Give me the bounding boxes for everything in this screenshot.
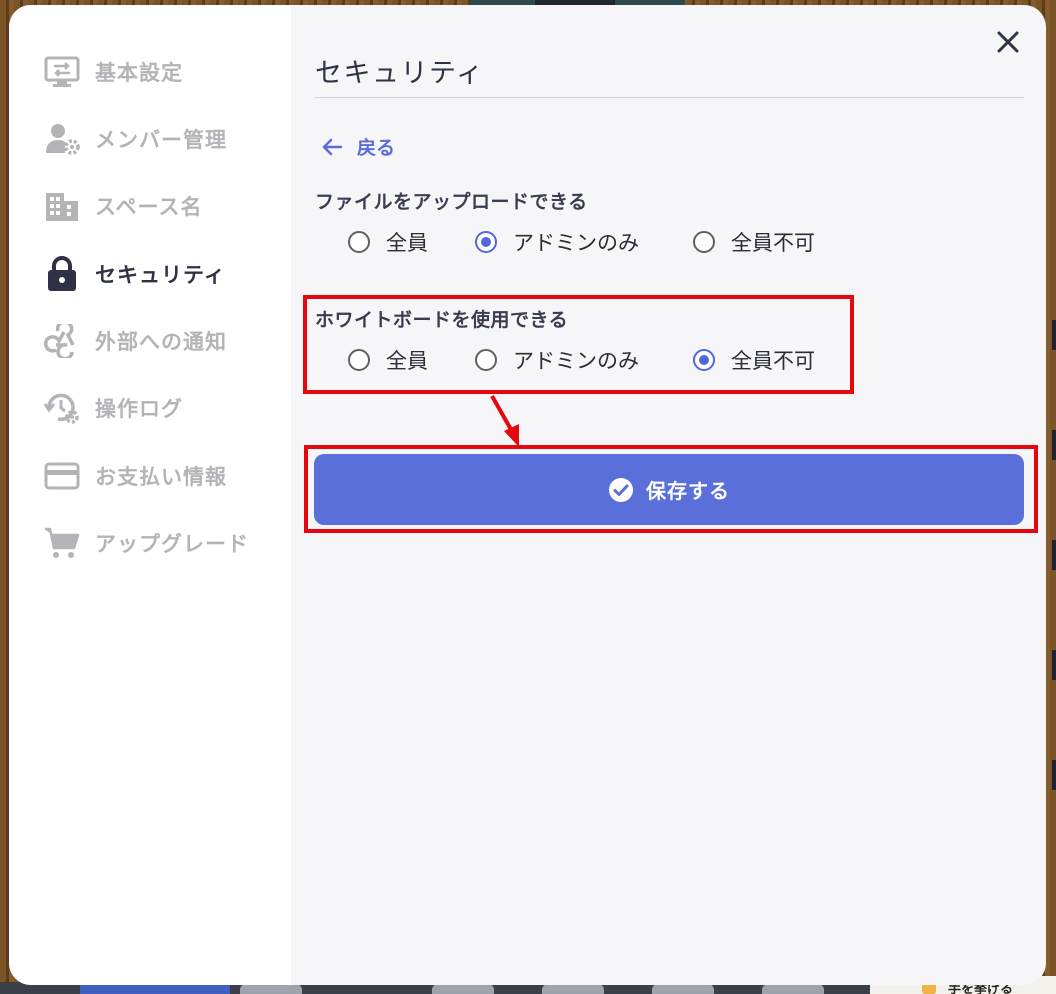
page-title: セキュリティ bbox=[315, 58, 485, 89]
radio-button[interactable] bbox=[348, 349, 370, 371]
close-button[interactable] bbox=[991, 25, 1025, 59]
file-upload-label: ファイルをアップロードできる bbox=[315, 191, 588, 213]
background-edge-tab bbox=[1052, 320, 1056, 350]
background-bottom-button[interactable] bbox=[432, 984, 494, 994]
check-circle-icon bbox=[609, 477, 633, 502]
file-upload-option-nobody[interactable]: 全員不可 bbox=[693, 227, 815, 257]
sidebar-item-upgrade[interactable]: アップグレード bbox=[43, 523, 283, 563]
background-bottom-button[interactable] bbox=[240, 984, 302, 994]
radio-button[interactable] bbox=[475, 349, 497, 371]
whiteboard-option-nobody[interactable]: 全員不可 bbox=[693, 345, 815, 375]
security-panel: セキュリティ 戻る ファイルをアップロードできる 全員 アドミンのみ 全員不可 bbox=[291, 5, 1046, 985]
cart-icon bbox=[43, 524, 81, 562]
back-link[interactable]: 戻る bbox=[321, 133, 395, 160]
title-divider bbox=[315, 97, 1024, 98]
background-edge-tab bbox=[1052, 430, 1056, 460]
sidebar-item-label: アップグレード bbox=[95, 532, 249, 556]
background-edge-tab bbox=[1052, 540, 1056, 570]
radio-label: 全員 bbox=[386, 231, 428, 255]
sidebar-item-label: 操作ログ bbox=[95, 397, 183, 421]
sidebar-item-label: お支払い情報 bbox=[95, 465, 227, 489]
radio-button[interactable] bbox=[693, 231, 715, 253]
sidebar-item-space-name[interactable]: スペース名 bbox=[43, 186, 283, 226]
sidebar-item-billing[interactable]: お支払い情報 bbox=[43, 456, 283, 496]
sidebar-item-external-notifications[interactable]: 外部への通知 bbox=[43, 321, 283, 361]
radio-label: 全員 bbox=[386, 349, 428, 373]
sidebar-item-member-management[interactable]: メンバー管理 bbox=[43, 119, 283, 159]
background-bottom-button[interactable] bbox=[762, 984, 824, 994]
radio-button[interactable] bbox=[475, 231, 497, 253]
whiteboard-option-admin-only[interactable]: アドミンのみ bbox=[475, 345, 639, 375]
sidebar-item-security[interactable]: セキュリティ bbox=[43, 254, 283, 294]
arrow-left-icon bbox=[322, 138, 343, 155]
whiteboard-label: ホワイトボードを使用できる bbox=[315, 309, 569, 331]
sidebar-item-label: スペース名 bbox=[95, 195, 203, 219]
sidebar-item-basic-settings[interactable]: 基本設定 bbox=[43, 52, 283, 92]
back-label: 戻る bbox=[357, 137, 396, 159]
building-icon bbox=[43, 187, 81, 225]
radio-button[interactable] bbox=[693, 349, 715, 371]
sidebar-item-operation-log[interactable]: 操作ログ bbox=[43, 388, 283, 428]
radio-label: アドミンのみ bbox=[513, 231, 639, 255]
background-bottom-button[interactable] bbox=[542, 984, 604, 994]
settings-toggle-icon bbox=[43, 53, 81, 91]
sidebar-item-label: 外部への通知 bbox=[95, 330, 227, 354]
save-button[interactable]: 保存する bbox=[314, 454, 1024, 525]
radio-button[interactable] bbox=[348, 231, 370, 253]
settings-modal: 基本設定 メンバー管理 スペース名 セキュリティ 外部への通知 操作ログ お支払… bbox=[9, 5, 1046, 985]
background-bottom-button[interactable] bbox=[652, 984, 714, 994]
sidebar-item-label: セキュリティ bbox=[95, 263, 226, 287]
save-button-label: 保存する bbox=[646, 479, 730, 503]
webhook-icon bbox=[43, 322, 81, 360]
radio-label: 全員不可 bbox=[731, 349, 815, 373]
sidebar-item-label: 基本設定 bbox=[95, 61, 183, 85]
settings-sidebar: 基本設定 メンバー管理 スペース名 セキュリティ 外部への通知 操作ログ お支払… bbox=[9, 5, 291, 985]
user-gear-icon bbox=[43, 120, 81, 158]
history-gear-icon bbox=[43, 389, 81, 427]
background-edge-tab bbox=[1052, 760, 1056, 790]
radio-label: 全員不可 bbox=[731, 231, 815, 255]
radio-label: アドミンのみ bbox=[513, 349, 639, 373]
file-upload-option-admin-only[interactable]: アドミンのみ bbox=[475, 227, 639, 257]
whiteboard-option-everyone[interactable]: 全員 bbox=[348, 345, 428, 375]
credit-card-icon bbox=[43, 457, 81, 495]
close-icon bbox=[997, 31, 1019, 53]
lock-icon bbox=[43, 255, 81, 293]
background-edge-tab bbox=[1052, 650, 1056, 680]
file-upload-option-everyone[interactable]: 全員 bbox=[348, 227, 428, 257]
sidebar-item-label: メンバー管理 bbox=[95, 128, 227, 152]
